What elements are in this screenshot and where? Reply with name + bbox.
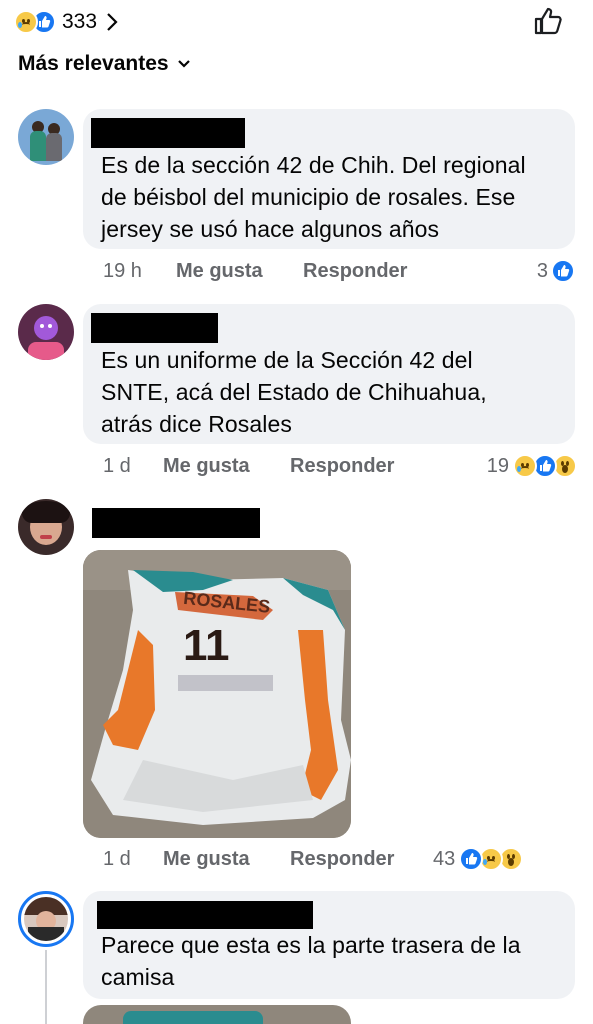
redacted-author-name	[91, 313, 218, 343]
like-reaction-icon	[459, 847, 484, 871]
avatar[interactable]	[18, 891, 74, 947]
reaction-count: 19	[486, 454, 509, 477]
reaction-count: 3	[536, 259, 548, 282]
jersey-photo-image: ROSALES 11	[83, 550, 351, 838]
reply-button[interactable]: Responder	[290, 455, 394, 478]
avatar[interactable]	[18, 109, 74, 165]
comment-text: Parece que esta es la parte trasera de l…	[101, 932, 521, 990]
thread-line	[45, 950, 47, 1024]
sort-label: Más relevantes	[18, 52, 169, 75]
sad-reaction-icon	[513, 454, 537, 478]
comment-photo[interactable]: ROSALES 11	[83, 550, 351, 838]
reaction-summary[interactable]: 3	[537, 259, 575, 283]
jersey-number-text: 11	[183, 621, 230, 670]
like-button[interactable]: Me gusta	[163, 455, 250, 478]
sort-dropdown[interactable]: Más relevantes	[18, 52, 191, 76]
comment-photo[interactable]	[83, 1005, 351, 1024]
reaction-summary[interactable]: 19	[487, 454, 577, 478]
comment-text: Es de la sección 42 de Chih. Del regiona…	[101, 152, 526, 242]
like-reaction-icon	[551, 259, 575, 283]
sad-reaction-icon	[14, 10, 38, 34]
chevron-down-icon	[177, 60, 190, 68]
redacted-author-name	[91, 118, 245, 148]
comment-bubble: Es de la sección 42 de Chih. Del regiona…	[83, 109, 575, 249]
comment-text: Es un uniforme de la Sección 42 del SNTE…	[101, 347, 487, 437]
comment-bubble: Es un uniforme de la Sección 42 del SNTE…	[83, 304, 575, 444]
reply-button[interactable]: Responder	[290, 848, 394, 871]
avatar[interactable]	[18, 499, 74, 555]
redacted-author-name	[92, 508, 260, 538]
comment-time[interactable]: 1 d	[103, 455, 131, 478]
avatar[interactable]	[18, 304, 74, 360]
comment-time[interactable]: 1 d	[103, 848, 131, 871]
reply-button[interactable]: Responder	[303, 260, 407, 283]
reaction-count: 43	[433, 847, 456, 870]
chevron-right-icon	[107, 13, 118, 31]
reaction-count: 333	[62, 10, 98, 33]
reaction-summary[interactable]: 43	[433, 847, 524, 871]
reaction-summary[interactable]: 333	[14, 8, 119, 36]
like-outline-icon[interactable]	[533, 6, 565, 36]
comment-time[interactable]: 19 h	[103, 260, 142, 283]
comment-bubble: Parece que esta es la parte trasera de l…	[83, 891, 575, 999]
redacted-author-name	[97, 901, 313, 929]
like-button[interactable]: Me gusta	[163, 848, 250, 871]
like-button[interactable]: Me gusta	[176, 260, 263, 283]
